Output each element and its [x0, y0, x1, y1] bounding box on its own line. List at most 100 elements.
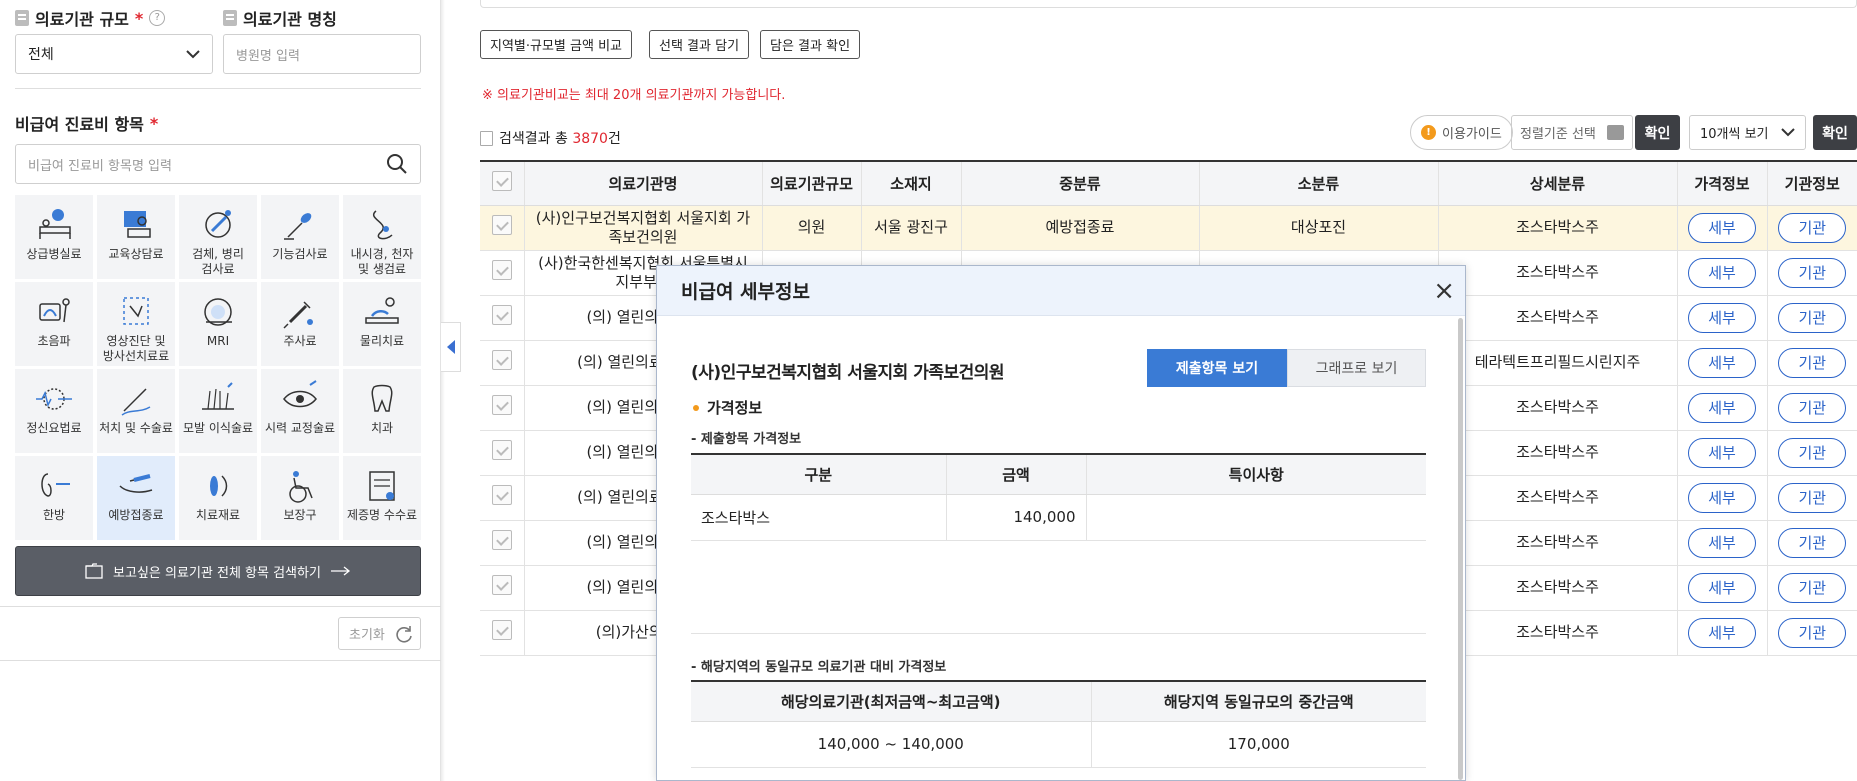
row-checkbox[interactable] [491, 350, 512, 370]
hospital-name-input[interactable]: 병원명 입력 [223, 34, 421, 74]
price-detail-button[interactable]: 세부 [1688, 212, 1756, 243]
category-tile[interactable]: 상급병실료 [15, 195, 93, 279]
price-detail-button[interactable]: 세부 [1688, 482, 1756, 513]
eye-icon [283, 380, 317, 408]
row-checkbox[interactable] [491, 440, 512, 460]
modal-header: 비급여 세부정보 × [657, 266, 1465, 316]
close-icon[interactable]: × [1433, 278, 1455, 304]
category-tile[interactable]: 물리치료 [343, 282, 421, 366]
category-tile[interactable]: 영상진단 및 방사선치료료 [97, 282, 175, 366]
page-size-select[interactable]: 10개씩 보기 [1689, 115, 1806, 150]
select-all-checkbox[interactable] [491, 171, 512, 192]
category-tile[interactable]: 검체, 병리 검사료 [179, 195, 257, 279]
category-tile[interactable]: 모발 이식술료 [179, 369, 257, 453]
sort-select[interactable]: 정렬기준 선택 [1511, 115, 1633, 150]
price-detail-button[interactable]: 세부 [1688, 347, 1756, 378]
tab-graph-view[interactable]: 그래프로 보기 [1287, 349, 1426, 387]
category-tile[interactable]: 정신요법료 [15, 369, 93, 453]
price-detail-button[interactable]: 세부 [1688, 617, 1756, 648]
usage-guide-button[interactable]: ! 이용가이드 [1410, 115, 1513, 150]
modal-scrollbar[interactable] [1458, 318, 1463, 780]
search-all-button[interactable]: 보고싶은 의료기관 전체 항목 검색하기 [15, 546, 421, 596]
row-checkbox[interactable] [491, 530, 512, 550]
category-tile[interactable]: 내시경, 천자 및 생검료 [343, 195, 421, 279]
sort-confirm-button[interactable]: 확인 [1635, 115, 1680, 150]
row-checkbox[interactable] [491, 575, 512, 595]
category-tile[interactable]: 예방접종료 [97, 456, 175, 540]
view-saved-button[interactable]: 담은 결과 확인 [760, 30, 861, 59]
collapse-sidebar-button[interactable] [441, 322, 461, 372]
price-detail-button[interactable]: 세부 [1688, 527, 1756, 558]
category-tile[interactable]: 주사료 [261, 282, 339, 366]
compare-button[interactable]: 지역별·규모별 금액 비교 [480, 30, 632, 59]
item-name-cell: 조스타박스 [691, 494, 946, 541]
divider [691, 633, 1426, 634]
category-label: MRI [206, 334, 230, 348]
category-tile[interactable]: 제증명 수수료 [343, 456, 421, 540]
row-checkbox[interactable] [491, 620, 512, 640]
size-select[interactable]: 전체 [15, 34, 213, 74]
row-checkbox[interactable] [491, 215, 512, 235]
agency-info-button[interactable]: 기관 [1778, 482, 1847, 513]
table-header-row: 의료기관명 의료기관규모 소재지 중분류 소분류 상세분류 가격정보 기관정보 [480, 160, 1857, 206]
category-label: 정신요법료 [26, 421, 82, 435]
agency-info-button[interactable]: 기관 [1778, 572, 1847, 603]
agency-info-button[interactable]: 기관 [1778, 257, 1847, 288]
agency-info-button[interactable]: 기관 [1778, 437, 1847, 468]
category-tile[interactable]: 초음파 [15, 282, 93, 366]
price-cell: 140,000 [945, 494, 1086, 541]
row-checkbox[interactable] [491, 395, 512, 415]
col-header: 상세분류 [1437, 160, 1677, 206]
category-tile[interactable]: 보장구 [261, 456, 339, 540]
category-label: 초음파 [37, 334, 71, 348]
vaccine-icon [119, 474, 153, 493]
table-row: 조스타박스 140,000 [691, 494, 1426, 541]
agency-info-button[interactable]: 기관 [1778, 617, 1847, 648]
hospital-name-cell[interactable]: (사)인구보건복지협회 서울지회 가족보건의원 [523, 205, 762, 251]
tab-submitted-items[interactable]: 제출항목 보기 [1147, 349, 1287, 387]
category-label: 내시경, 천자 및 생검료 [350, 247, 414, 276]
price-detail-button[interactable]: 세부 [1688, 392, 1756, 423]
agency-info-button[interactable]: 기관 [1778, 392, 1847, 423]
row-checkbox[interactable] [491, 305, 512, 325]
search-icon[interactable] [386, 153, 408, 175]
counseling-icon [124, 211, 151, 238]
add-selection-button[interactable]: 선택 결과 담기 [649, 30, 750, 59]
category-label: 치료재료 [195, 508, 241, 522]
category-tile[interactable]: 기능검사료 [261, 195, 339, 279]
price-detail-button[interactable]: 세부 [1688, 302, 1756, 333]
category-label: 영상진단 및 방사선치료료 [102, 334, 170, 363]
reset-button[interactable]: 초기화 [338, 617, 421, 650]
detail-category-cell: 조스타박스주 [1437, 205, 1677, 251]
regional-price-table: 해당의료기관(최저금액~최고금액) 해당지역 동일규모의 중간금액 140,00… [691, 680, 1426, 768]
category-tile[interactable]: 치과 [343, 369, 421, 453]
category-tile[interactable]: 처치 및 수술료 [97, 369, 175, 453]
category-tile[interactable]: 한방 [15, 456, 93, 540]
agency-info-button[interactable]: 기관 [1778, 347, 1847, 378]
item-search-input[interactable]: 비급여 진료비 항목명 입력 [15, 144, 421, 184]
category-tile[interactable]: 치료재료 [179, 456, 257, 540]
price-detail-button[interactable]: 세부 [1688, 257, 1756, 288]
col-header: 중분류 [960, 160, 1199, 206]
row-checkbox[interactable] [491, 485, 512, 505]
hair-transplant-icon [202, 382, 234, 410]
category-label: 교육상담료 [108, 247, 164, 261]
agency-info-button[interactable]: 기관 [1778, 212, 1847, 243]
mri-icon [204, 298, 232, 326]
detail-category-cell: 조스타박스주 [1437, 565, 1677, 611]
row-checkbox[interactable] [491, 260, 512, 280]
table-row[interactable]: (사)인구보건복지협회 서울지회 가족보건의원 의원 서울 광진구 예방접종료 대상포진… [480, 205, 1857, 251]
category-label: 모발 이식술료 [182, 421, 254, 435]
agency-info-button[interactable]: 기관 [1778, 302, 1847, 333]
category-tile[interactable]: 시력 교정술료 [261, 369, 339, 453]
agency-info-button[interactable]: 기관 [1778, 527, 1847, 558]
category-tile[interactable]: 교육상담료 [97, 195, 175, 279]
page-size-confirm-button[interactable]: 확인 [1813, 115, 1857, 150]
help-icon[interactable]: ? [149, 10, 166, 26]
price-detail-button[interactable]: 세부 [1688, 572, 1756, 603]
price-detail-button[interactable]: 세부 [1688, 437, 1756, 468]
material-icon [210, 475, 228, 497]
bullet-icon [693, 404, 699, 411]
mid-category-cell: 예방접종료 [960, 205, 1199, 251]
category-tile[interactable]: MRI [179, 282, 257, 366]
